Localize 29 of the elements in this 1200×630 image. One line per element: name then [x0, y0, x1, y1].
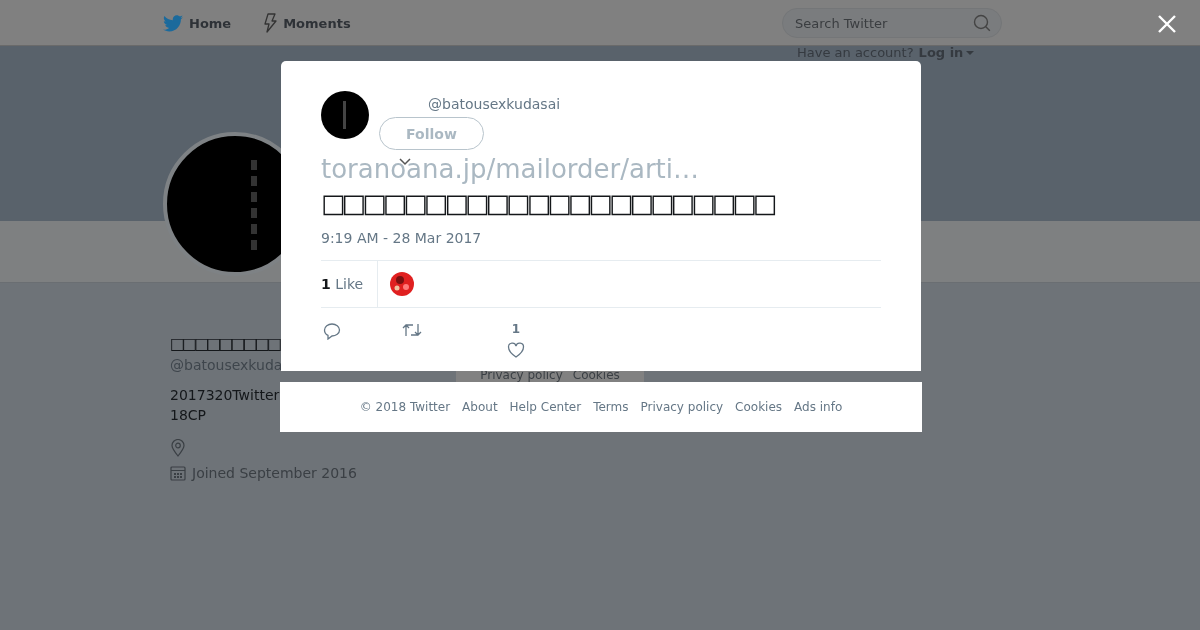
user-handle: @batousexkudasai [428, 96, 561, 112]
footer-link[interactable]: Privacy policy [640, 400, 724, 414]
search-icon [973, 14, 991, 32]
profile-name: □□□□□□□□□ [170, 333, 280, 355]
close-icon[interactable] [1157, 14, 1177, 34]
search-field[interactable]: Search Twitter [782, 8, 1002, 38]
footer-link[interactable]: About [462, 400, 498, 414]
footer-link[interactable]: Help Center [509, 400, 582, 414]
tweet-timestamp: 9:19 AM - 28 Mar 2017 [321, 230, 483, 246]
location-pin-icon [170, 439, 186, 457]
nav-link[interactable]: Moments [263, 13, 351, 33]
likes-count[interactable]: 1 Like [321, 261, 379, 307]
heart-icon[interactable] [507, 342, 525, 358]
nav-link[interactable]: Home [163, 14, 232, 32]
reply-icon[interactable] [323, 322, 341, 340]
lightning-bolt-icon [263, 13, 278, 33]
footer-link[interactable]: Cookies [735, 400, 783, 414]
bird-icon [163, 14, 183, 32]
like-count: 1 [511, 322, 521, 336]
bio-text: 18CP [170, 406, 208, 425]
tweet-text: □□□□□□□□□□□□□□□□□□□□□□ [321, 187, 775, 220]
calendar-icon [170, 465, 186, 481]
chevron-icon[interactable] [399, 158, 411, 166]
footer-link[interactable]: © 2018 Twitter [359, 400, 451, 414]
footer-link[interactable]: Ads info [794, 400, 843, 414]
retweet-icon[interactable] [402, 322, 422, 338]
footer-link[interactable]: Privacy policy [480, 368, 563, 382]
bio-text: 2017320Twitter [170, 386, 280, 405]
footer-link[interactable]: Terms [593, 400, 629, 414]
